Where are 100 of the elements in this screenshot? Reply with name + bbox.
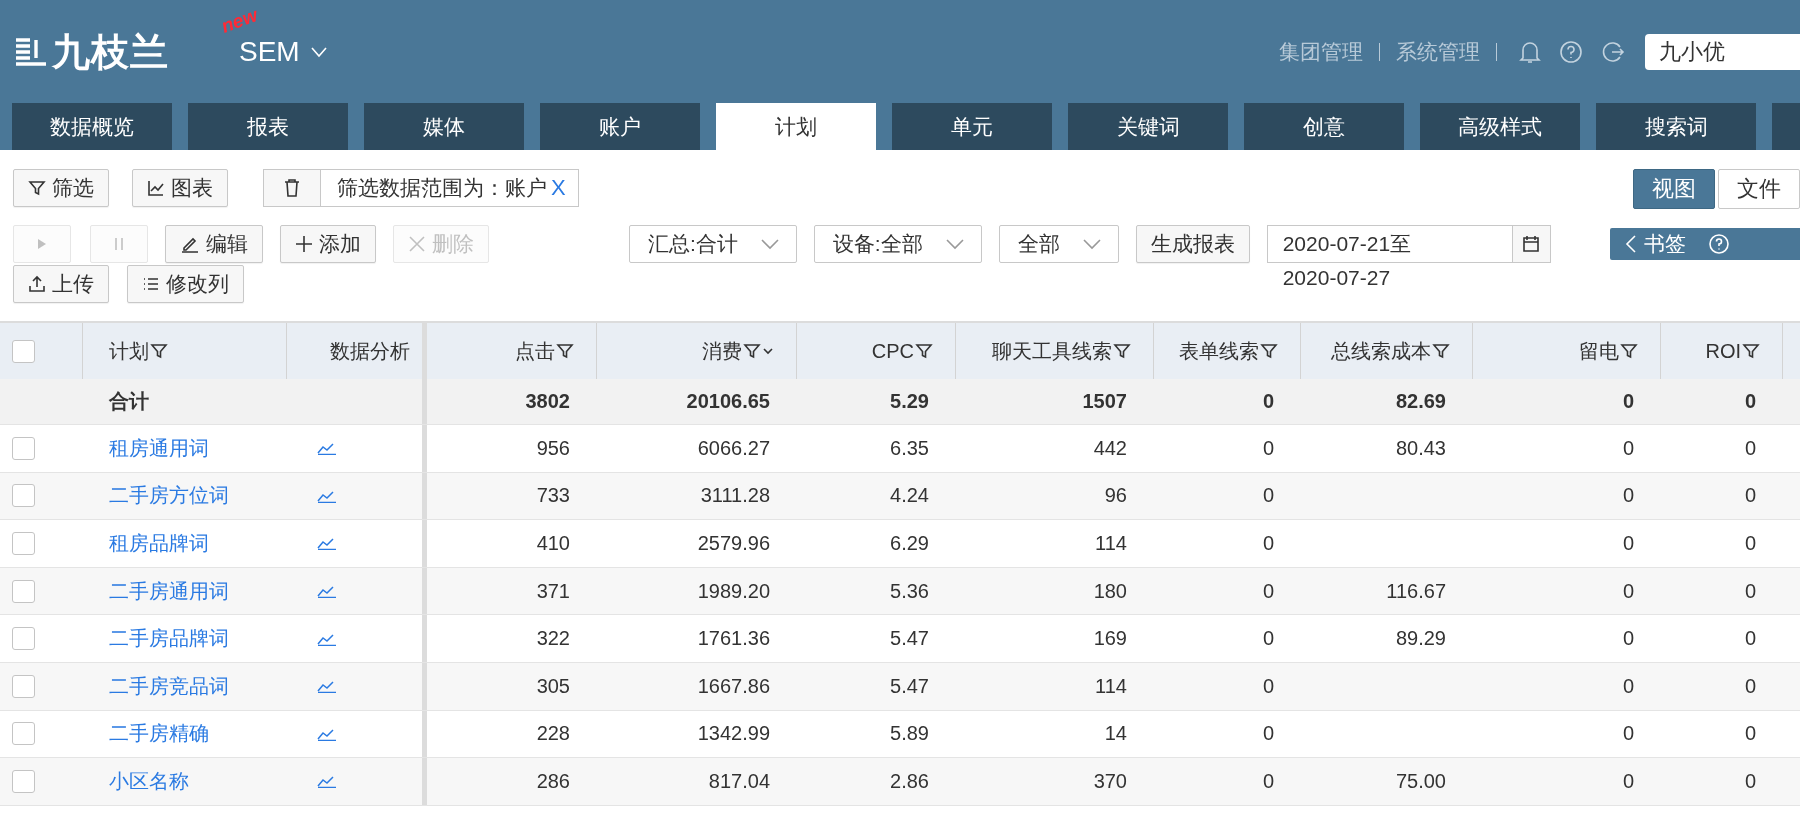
table-cell: 0: [1262, 532, 1274, 555]
help-icon: [1708, 232, 1730, 255]
table-cell: 0: [1262, 436, 1274, 460]
product-switcher[interactable]: SEM: [239, 35, 300, 68]
tab[interactable]: 创意: [1244, 103, 1404, 150]
tab[interactable]: 账户: [540, 103, 700, 150]
dropdown[interactable]: 全部: [998, 224, 1119, 263]
close-icon: [408, 234, 426, 253]
logo: 九枝兰: [52, 32, 169, 71]
tab[interactable]: 高级样式: [1420, 103, 1580, 150]
view-toggle[interactable]: 文件: [1718, 169, 1800, 209]
calendar-icon: [1521, 233, 1542, 254]
tab[interactable]: [1772, 103, 1800, 150]
table-cell: 0: [1262, 627, 1274, 651]
tab[interactable]: 计划: [716, 103, 876, 150]
filter-icon: [150, 342, 168, 360]
chevron-down-icon: [759, 237, 780, 250]
tab[interactable]: 搜索词: [1596, 103, 1756, 150]
tab[interactable]: 媒体: [364, 103, 524, 150]
plan-link[interactable]: 二手房精确: [109, 720, 209, 748]
new-label: new: [218, 3, 261, 38]
table-cell: 0: [1262, 674, 1274, 698]
plan-link[interactable]: 二手房竞品词: [109, 672, 229, 700]
table-cell: 228: [536, 722, 570, 746]
table-cell: 5.29: [890, 390, 929, 413]
table-cell: 0: [1262, 579, 1274, 603]
table-cell: 96: [1104, 484, 1127, 508]
tab[interactable]: 单元: [892, 103, 1052, 150]
checkbox[interactable]: [12, 579, 35, 603]
table-cell: 116.67: [1386, 579, 1446, 603]
filter-button[interactable]: 筛选: [13, 169, 109, 207]
table-cell: 4.24: [890, 484, 929, 508]
remove-filter-button[interactable]: X: [551, 175, 566, 201]
table-cell: 370: [1093, 769, 1127, 793]
tab[interactable]: 关键词: [1068, 103, 1228, 150]
generate-report-button[interactable]: 生成报表: [1135, 224, 1250, 263]
plan-link[interactable]: 二手房品牌词: [109, 625, 229, 653]
table-cell: 114: [1095, 674, 1127, 698]
table-cell: 6.29: [890, 532, 929, 555]
upload-button[interactable]: 上传: [13, 264, 109, 303]
table-cell: 305: [536, 674, 570, 698]
table-cell: 0: [1622, 769, 1634, 793]
filter-icon: [28, 179, 46, 197]
tab[interactable]: 数据概览: [12, 103, 172, 150]
trend-icon: [317, 536, 337, 551]
checkbox[interactable]: [12, 532, 35, 555]
checkbox[interactable]: [12, 627, 35, 651]
plan-link[interactable]: 二手房方位词: [109, 482, 229, 510]
checkbox[interactable]: [12, 436, 35, 460]
checkbox[interactable]: [12, 484, 35, 508]
table-cell: 5.89: [890, 722, 929, 746]
checkbox[interactable]: [12, 339, 35, 363]
plan-link[interactable]: 小区名称: [109, 767, 189, 795]
total-label: 合计: [109, 389, 149, 414]
sort-caret-icon: [762, 346, 774, 356]
edit-button[interactable]: 编辑: [165, 224, 263, 263]
table-cell: 371: [536, 579, 570, 603]
plan-link[interactable]: 租房通用词: [109, 434, 209, 462]
table-cell: 3802: [525, 390, 570, 413]
table-cell: 0: [1744, 436, 1756, 460]
upload-icon: [28, 274, 46, 293]
table-cell: 0: [1744, 390, 1756, 413]
table-cell: 0: [1622, 674, 1634, 698]
plus-icon: [295, 234, 313, 253]
columns-button[interactable]: 修改列: [127, 264, 244, 303]
table-cell: 0: [1744, 674, 1756, 698]
table-cell: 1507: [1082, 390, 1127, 413]
checkbox[interactable]: [12, 769, 35, 793]
table-cell: 1761.36: [697, 627, 770, 651]
view-toggle[interactable]: 视图: [1633, 169, 1715, 209]
dropdown[interactable]: 汇总:合计: [629, 224, 797, 263]
plan-link[interactable]: 二手房通用词: [109, 577, 229, 605]
filter-icon: [556, 342, 574, 360]
tab[interactable]: 报表: [188, 103, 348, 150]
filter-icon: [1620, 342, 1638, 360]
table-cell: 0: [1262, 484, 1274, 508]
dropdown[interactable]: 设备:全部: [813, 224, 982, 263]
add-button[interactable]: 添加: [280, 224, 376, 263]
table-cell: 1667.86: [697, 674, 770, 698]
table-cell: 89.29: [1395, 627, 1446, 651]
table-cell: 0: [1622, 627, 1634, 651]
table-cell: 0: [1744, 769, 1756, 793]
calendar-button[interactable]: [1512, 224, 1551, 263]
chart-button[interactable]: 图表: [132, 169, 228, 207]
user-field[interactable]: 九小优: [1645, 33, 1800, 70]
table-cell: 5.47: [890, 674, 929, 698]
trend-icon: [317, 584, 337, 599]
checkbox[interactable]: [12, 674, 35, 698]
bookmark-button[interactable]: 书签: [1610, 227, 1800, 260]
clear-filter-button[interactable]: [264, 170, 321, 206]
filter-icon: [1113, 342, 1131, 360]
table-cell: 817.04: [708, 769, 770, 793]
plan-link[interactable]: 租房品牌词: [109, 530, 209, 557]
table-cell: 20106.65: [686, 390, 770, 413]
logout-icon: [1601, 39, 1625, 64]
table-cell: 180: [1093, 579, 1127, 603]
table-cell: 410: [536, 532, 570, 555]
checkbox[interactable]: [12, 722, 35, 746]
table-cell: 442: [1093, 436, 1127, 460]
table-cell: 5.47: [890, 627, 929, 651]
